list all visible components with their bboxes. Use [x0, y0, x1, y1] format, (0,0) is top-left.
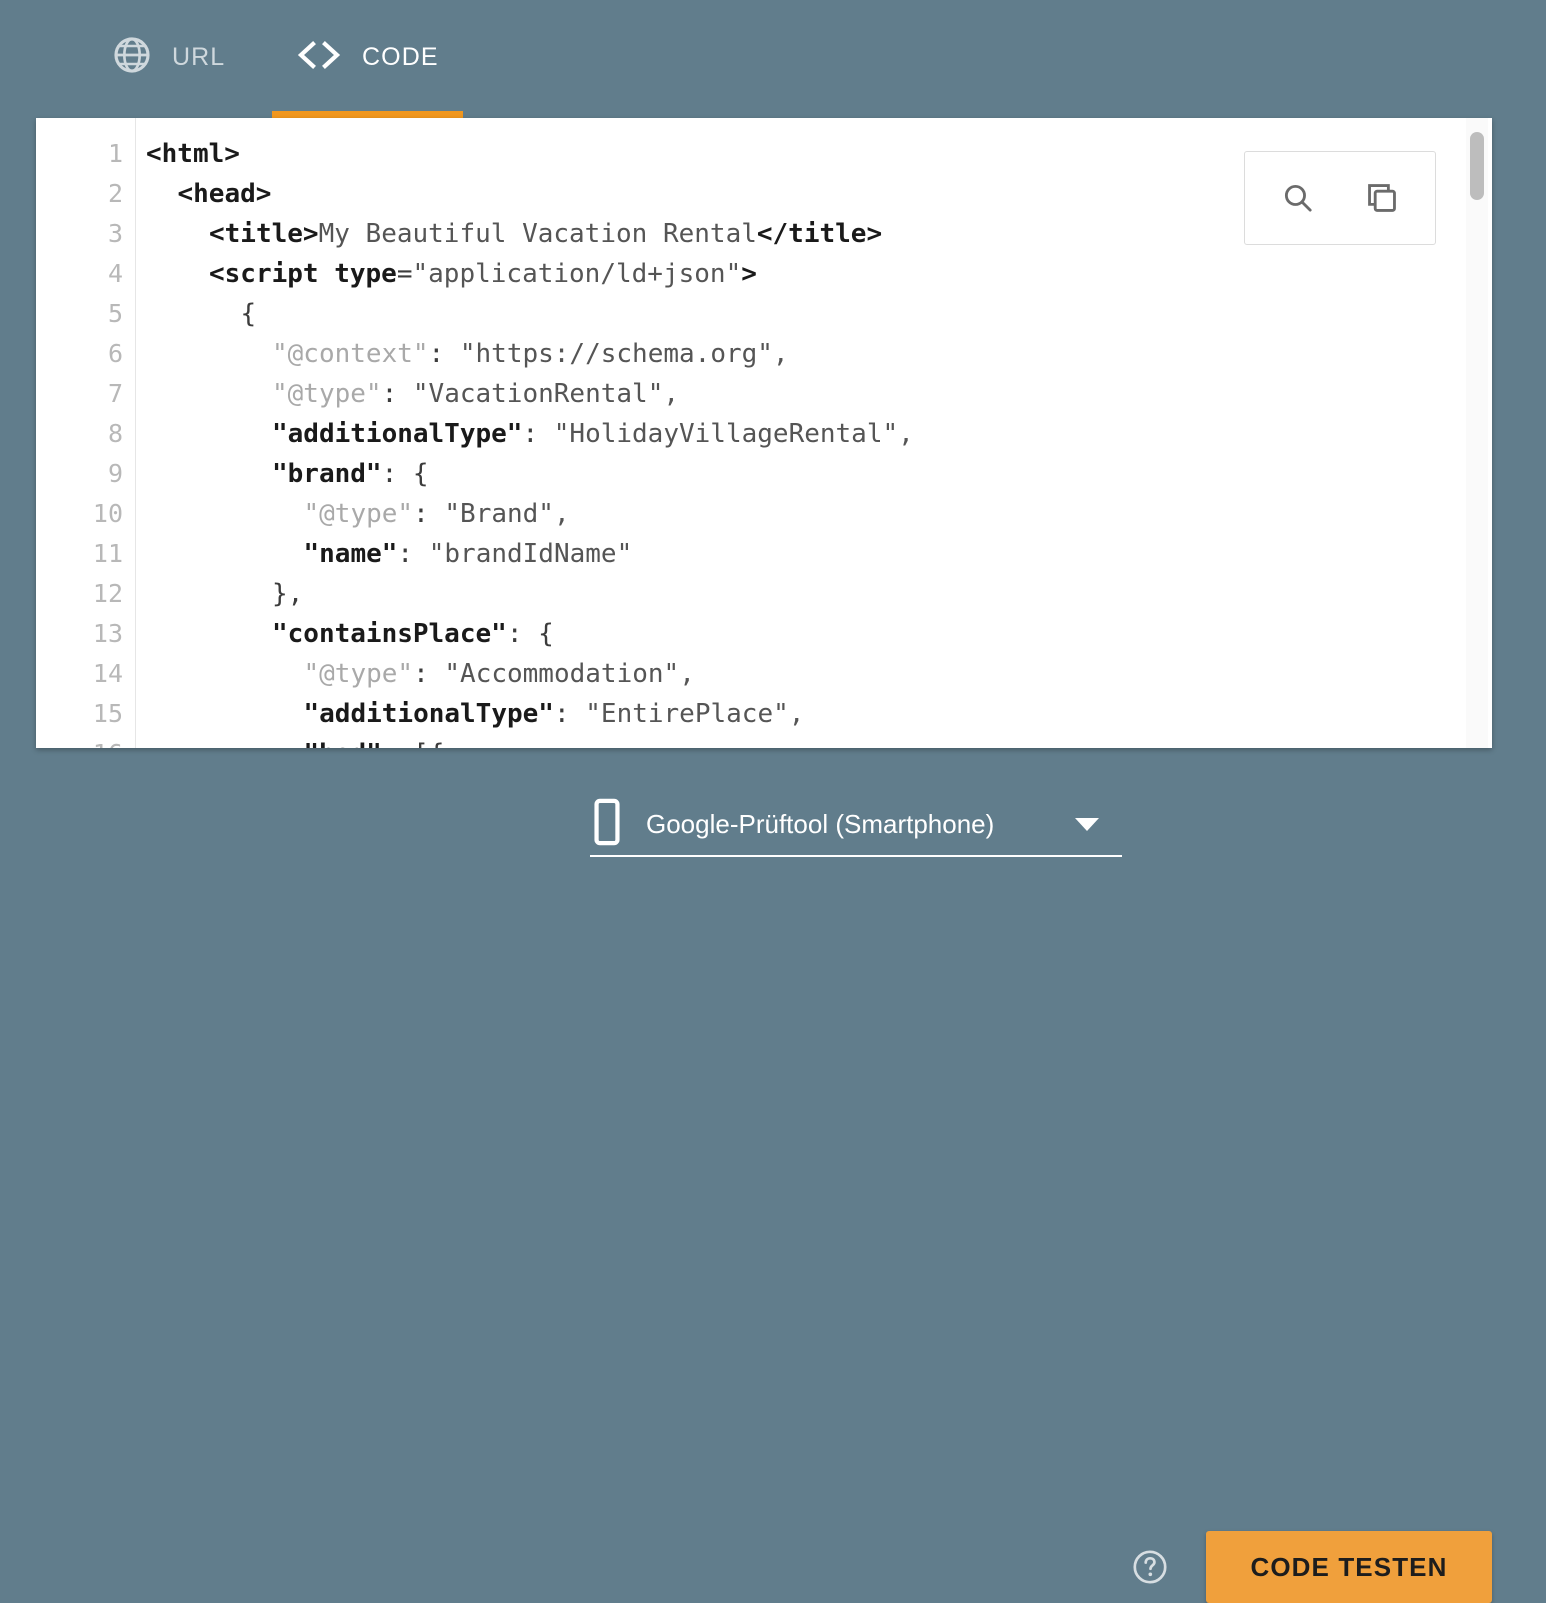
- code-line: <html>: [146, 134, 240, 174]
- code-line: "@type": "Accommodation",: [146, 654, 695, 694]
- code-token: "@type": [303, 499, 414, 529]
- line-number: 1: [107, 139, 123, 168]
- code-token: "VacationRental",: [412, 379, 679, 409]
- code-line: <title>My Beautiful Vacation Rental</tit…: [146, 214, 882, 254]
- line-number: 14: [92, 659, 123, 688]
- code-token: :: [413, 659, 445, 689]
- code-token: :: [413, 499, 445, 529]
- code-token: "Brand",: [444, 499, 570, 529]
- code-line: "@context": "https://schema.org",: [146, 334, 789, 374]
- code-line: },: [146, 574, 303, 614]
- code-token: "containsPlace": [272, 619, 507, 649]
- code-token: :: [397, 539, 429, 569]
- editor-scrollbar[interactable]: [1466, 118, 1488, 748]
- code-token: "@type": [272, 379, 382, 409]
- code-token: My Beautiful Vacation Rental: [318, 219, 757, 249]
- line-number: 5: [107, 299, 123, 328]
- code-token: "name": [303, 539, 398, 569]
- code-token: =: [396, 259, 413, 289]
- copy-icon[interactable]: [1362, 178, 1402, 218]
- code-token: "brandIdName": [428, 539, 633, 569]
- code-token: "@context": [272, 339, 429, 369]
- line-number-gutter: 12345678910111213141516: [36, 118, 136, 748]
- code-line: <script type="application/ld+json">: [146, 254, 757, 294]
- line-number: 12: [92, 579, 123, 608]
- line-number: 6: [107, 339, 123, 368]
- code-token: <title>: [209, 219, 319, 249]
- code-line: <head>: [146, 174, 272, 214]
- code-line: {: [146, 294, 257, 334]
- line-number: 13: [92, 619, 123, 648]
- code-token: "additionalType": [272, 419, 523, 449]
- code-token: "EntirePlace",: [585, 699, 805, 729]
- code-editor-panel: 12345678910111213141516 <html><head><tit…: [36, 118, 1492, 748]
- line-number: 11: [92, 539, 123, 568]
- bottom-toolbar: Google-Prüftool (Smartphone) CODE TESTEN: [0, 748, 1546, 1603]
- code-token: <script type: [209, 259, 397, 289]
- code-token: <head>: [177, 179, 272, 209]
- code-line: "bed": [{: [146, 734, 445, 748]
- line-number: 8: [107, 419, 123, 448]
- code-token: "Accommodation",: [444, 659, 695, 689]
- code-token: "@type": [303, 659, 414, 689]
- code-line: "@type": "Brand",: [146, 494, 570, 534]
- line-number: 16: [43, 734, 123, 748]
- code-token: :: [381, 379, 413, 409]
- editor-action-toolbar: [1244, 151, 1436, 245]
- code-line: "additionalType": "HolidayVillageRental"…: [146, 414, 914, 454]
- globe-icon: [112, 35, 152, 84]
- search-icon[interactable]: [1278, 178, 1318, 218]
- code-token: "brand": [272, 459, 382, 489]
- tab-url-label: URL: [172, 42, 226, 71]
- code-line: "@type": "VacationRental",: [146, 374, 679, 414]
- line-number: 15: [92, 699, 123, 728]
- line-number: 4: [107, 259, 123, 288]
- line-number: 2: [107, 179, 123, 208]
- tab-bar: URL CODE: [0, 0, 1546, 118]
- line-number: 3: [107, 219, 123, 248]
- code-token: :: [553, 699, 586, 729]
- code-token: </title>: [756, 219, 883, 249]
- tab-code-label: CODE: [362, 42, 439, 71]
- scrollbar-thumb[interactable]: [1470, 132, 1484, 200]
- tab-url[interactable]: URL: [88, 0, 249, 118]
- code-token: "HolidayVillageRental",: [553, 419, 914, 449]
- line-number: 10: [92, 499, 123, 528]
- code-token: :: [522, 419, 554, 449]
- tab-code[interactable]: CODE: [272, 0, 463, 118]
- code-line: "name": "brandIdName": [146, 534, 633, 574]
- line-number: 9: [107, 459, 123, 488]
- chevron-down-icon: [1074, 815, 1100, 838]
- help-circle-icon[interactable]: [1131, 1548, 1169, 1586]
- code-token: :: [428, 339, 460, 369]
- code-token: {: [240, 299, 257, 329]
- code-scroll-area[interactable]: 12345678910111213141516 <html><head><tit…: [36, 118, 1456, 748]
- line-number: 7: [107, 379, 123, 408]
- device-select-dropdown[interactable]: Google-Prüftool (Smartphone): [590, 793, 1122, 857]
- code-token: >: [741, 259, 757, 289]
- code-token: : {: [506, 619, 554, 649]
- code-line: "additionalType": "EntirePlace",: [146, 694, 805, 734]
- smartphone-icon: [590, 798, 624, 851]
- code-token: <html>: [146, 139, 240, 169]
- code-token: : {: [381, 459, 429, 489]
- code-line: "containsPlace": {: [146, 614, 554, 654]
- code-token: "additionalType": [303, 699, 554, 729]
- code-token: "application/ld+json": [412, 259, 742, 289]
- code-token: },: [272, 579, 304, 609]
- test-code-button[interactable]: CODE TESTEN: [1206, 1531, 1492, 1603]
- tab-active-underline: [272, 111, 463, 118]
- code-token: "https://schema.org",: [459, 339, 789, 369]
- code-line: "brand": {: [146, 454, 429, 494]
- code-brackets-icon: [296, 38, 342, 81]
- code-token: "bed": [304, 739, 382, 748]
- device-select-label: Google-Prüftool (Smartphone): [646, 808, 995, 839]
- code-token: : [{: [382, 739, 445, 748]
